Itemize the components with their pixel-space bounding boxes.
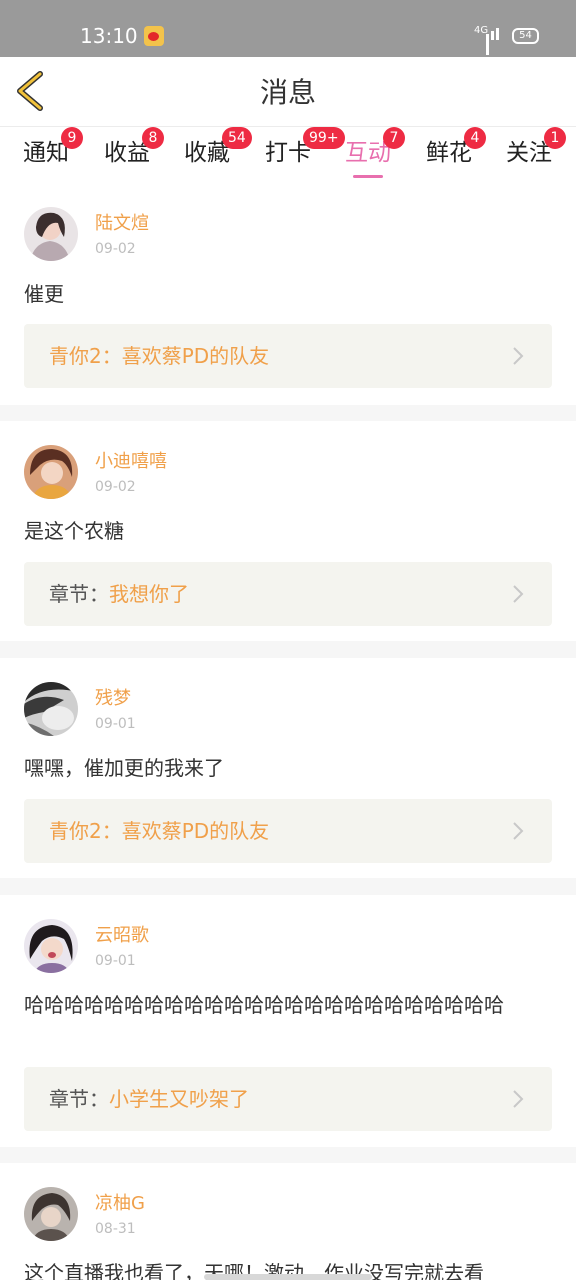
reference-text: 青你2：喜欢蔡PD的队友 bbox=[49, 817, 269, 845]
avatar[interactable] bbox=[24, 919, 78, 973]
home-indicator[interactable] bbox=[204, 1274, 372, 1280]
comment-text: 哈哈哈哈哈哈哈哈哈哈哈哈哈哈哈哈哈哈哈哈哈哈哈哈 bbox=[24, 993, 504, 1017]
reference-link[interactable]: 青你2：喜欢蔡PD的队友 bbox=[24, 324, 552, 388]
avatar-image bbox=[24, 682, 78, 736]
message-card: 云昭歌 09-01 哈哈哈哈哈哈哈哈哈哈哈哈哈哈哈哈哈哈哈哈哈哈哈哈 章节：小学… bbox=[0, 895, 576, 1147]
top-header: 消息 bbox=[0, 57, 576, 127]
tab-bar: 通知 9 收益 8 收藏 54 打卡 99+ 互动 7 鲜花 4 关注 1 bbox=[0, 127, 576, 189]
chevron-right-icon bbox=[513, 1090, 524, 1108]
reference-text: 章节：我想你了 bbox=[49, 580, 189, 608]
avatar-image bbox=[24, 1187, 78, 1241]
username[interactable]: 云昭歌 bbox=[95, 924, 149, 948]
signal-icon: 4G bbox=[474, 26, 504, 55]
tab-flowers[interactable]: 鲜花 4 bbox=[426, 127, 486, 169]
avatar-image bbox=[24, 207, 78, 261]
username[interactable]: 陆文煊 bbox=[95, 212, 149, 236]
unread-badge: 1 bbox=[544, 127, 566, 149]
reference-text: 章节：小学生又吵架了 bbox=[49, 1085, 249, 1113]
message-card: 小迪嘻嘻 09-02 是这个农糖 章节：我想你了 bbox=[0, 421, 576, 641]
username[interactable]: 小迪嘻嘻 bbox=[95, 450, 167, 474]
message-date: 09-02 bbox=[95, 241, 136, 257]
unread-badge: 4 bbox=[464, 127, 486, 149]
reference-link[interactable]: 章节：我想你了 bbox=[24, 562, 552, 626]
chevron-right-icon bbox=[513, 347, 524, 365]
avatar[interactable] bbox=[24, 682, 78, 736]
unread-badge: 7 bbox=[383, 127, 405, 149]
message-card: 陆文煊 09-02 催更 青你2：喜欢蔡PD的队友 bbox=[0, 189, 576, 405]
battery-icon: 54 bbox=[512, 28, 539, 44]
reference-title: 我想你了 bbox=[109, 582, 189, 606]
tab-notifications[interactable]: 通知 9 bbox=[23, 127, 83, 169]
avatar-image bbox=[24, 919, 78, 973]
unread-badge: 99+ bbox=[303, 127, 345, 149]
comment-text: 嘿嘿，催加更的我来了 bbox=[24, 756, 224, 780]
status-time: 13:10 bbox=[80, 24, 138, 48]
chevron-right-icon bbox=[513, 822, 524, 840]
reference-text: 青你2：喜欢蔡PD的队友 bbox=[49, 342, 269, 370]
avatar[interactable] bbox=[24, 445, 78, 499]
reference-title: 青你2：喜欢蔡PD的队友 bbox=[49, 344, 270, 368]
message-date: 09-01 bbox=[95, 716, 136, 732]
message-date: 08-31 bbox=[95, 1221, 136, 1237]
active-tab-indicator bbox=[353, 175, 383, 178]
reference-link[interactable]: 章节：小学生又吵架了 bbox=[24, 1067, 552, 1131]
reference-link[interactable]: 青你2：喜欢蔡PD的队友 bbox=[24, 799, 552, 863]
reference-prefix: 章节： bbox=[49, 582, 109, 606]
page-title: 消息 bbox=[259, 76, 316, 109]
unread-badge: 54 bbox=[222, 127, 252, 149]
status-bar: 13:10 4G 54 bbox=[0, 0, 576, 57]
username[interactable]: 残梦 bbox=[95, 687, 131, 711]
avatar-image bbox=[24, 445, 78, 499]
message-date: 09-02 bbox=[95, 479, 136, 495]
avatar[interactable] bbox=[24, 1187, 78, 1241]
unread-badge: 8 bbox=[142, 127, 164, 149]
tab-earnings[interactable]: 收益 8 bbox=[104, 127, 164, 169]
username[interactable]: 凉柚G bbox=[95, 1192, 145, 1216]
reference-title: 青你2：喜欢蔡PD的队友 bbox=[49, 819, 270, 843]
reference-title: 小学生又吵架了 bbox=[109, 1087, 249, 1111]
tab-interactions[interactable]: 互动 7 bbox=[345, 127, 405, 178]
unread-badge: 9 bbox=[61, 127, 83, 149]
message-card: 残梦 09-01 嘿嘿，催加更的我来了 青你2：喜欢蔡PD的队友 bbox=[0, 658, 576, 878]
reference-prefix: 章节： bbox=[49, 1087, 109, 1111]
message-date: 09-01 bbox=[95, 953, 136, 969]
comment-text: 是这个农糖 bbox=[24, 519, 124, 543]
avatar[interactable] bbox=[24, 207, 78, 261]
comment-text: 催更 bbox=[24, 282, 64, 306]
tab-favorites[interactable]: 收藏 54 bbox=[184, 127, 252, 169]
message-card: 凉柚G 08-31 这个直播我也看了，天哪！激动，作业没写完就去看 bbox=[0, 1163, 576, 1280]
weibo-app-icon bbox=[144, 26, 164, 46]
tab-checkin[interactable]: 打卡 99+ bbox=[265, 127, 345, 169]
tab-follows[interactable]: 关注 1 bbox=[506, 127, 566, 169]
chevron-right-icon bbox=[513, 585, 524, 603]
